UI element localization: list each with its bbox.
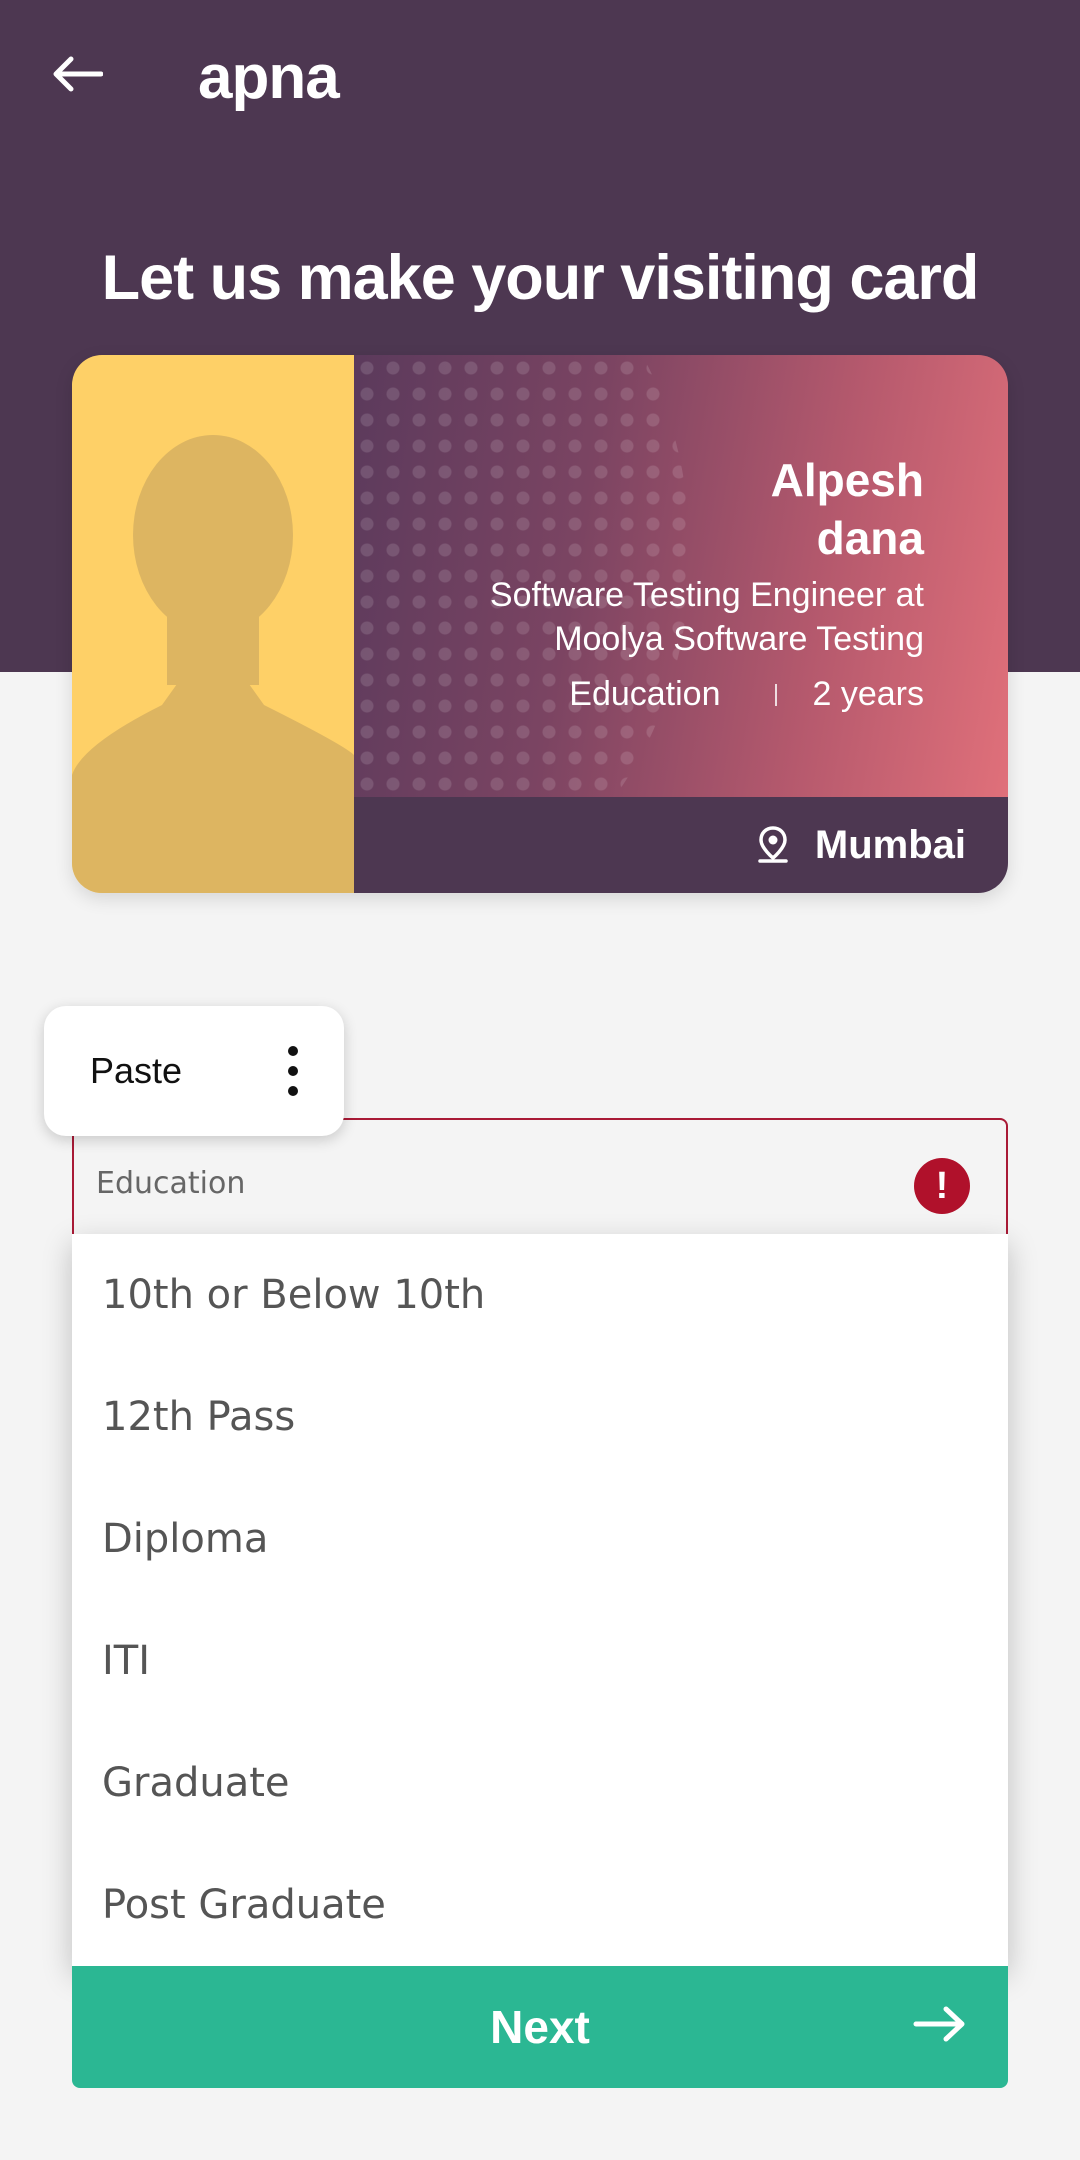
card-name-last: dana — [816, 512, 924, 564]
screen: apna Let us make your visiting card Alpe… — [0, 0, 1080, 2160]
dropdown-option[interactable]: Graduate — [72, 1722, 1008, 1844]
education-field[interactable]: Education ! — [72, 1118, 1008, 1242]
card-footer: Mumbai — [354, 797, 1008, 893]
card-name-first: Alpesh — [770, 454, 924, 506]
arrow-left-icon — [51, 56, 104, 96]
meta-divider — [774, 683, 777, 706]
card-meta: Education 2 years — [490, 675, 924, 714]
card-info-panel: Alpesh dana Software Testing Engineer at… — [354, 355, 1008, 797]
next-button[interactable]: Next — [72, 1966, 1008, 2088]
dropdown-option[interactable]: Post Graduate — [72, 1844, 1008, 1966]
location-pin-icon — [757, 825, 789, 865]
card-city: Mumbai — [814, 822, 966, 867]
dropdown-option[interactable]: 12th Pass — [72, 1356, 1008, 1478]
text-selection-menu: Paste — [44, 1006, 344, 1136]
dropdown-option[interactable]: ITI — [72, 1600, 1008, 1722]
next-button-label: Next — [490, 2001, 590, 2053]
card-details: Alpesh dana Software Testing Engineer at… — [490, 451, 924, 714]
profile-photo-placeholder — [72, 355, 354, 893]
apna-logo: apna — [198, 43, 340, 112]
visiting-card-preview: Alpesh dana Software Testing Engineer at… — [72, 355, 1008, 893]
dropdown-option[interactable]: 10th or Below 10th — [72, 1234, 1008, 1356]
paste-button[interactable]: Paste — [90, 1050, 182, 1092]
dropdown-option[interactable]: Diploma — [72, 1478, 1008, 1600]
person-silhouette-icon — [72, 435, 354, 893]
card-education: Education — [569, 675, 721, 713]
card-role-line2: Moolya Software Testing — [554, 620, 924, 658]
card-role-line1: Software Testing Engineer at — [489, 576, 924, 614]
arrow-right-icon — [912, 2004, 968, 2044]
education-dropdown: 10th or Below 10th 12th Pass Diploma ITI… — [72, 1234, 1008, 1966]
more-vertical-icon[interactable] — [286, 1046, 300, 1096]
education-field-label: Education — [96, 1166, 246, 1201]
page-title: Let us make your visiting card — [101, 243, 980, 313]
card-experience: 2 years — [812, 675, 925, 713]
back-button[interactable] — [44, 48, 110, 104]
alert-circle-icon: ! — [914, 1158, 970, 1214]
